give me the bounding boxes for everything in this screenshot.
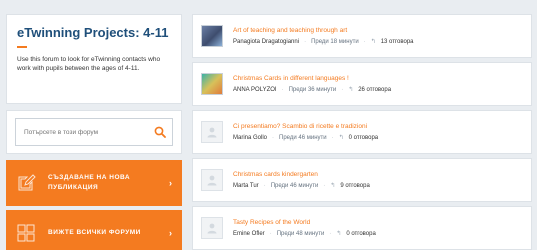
post-author[interactable]: ANNA POLYZOI — [233, 87, 277, 93]
view-all-forums-label: ВИЖТЕ ВСИЧКИ ФОРУМИ — [48, 229, 141, 236]
forum-title: eTwinning Projects: 4-11 — [17, 25, 169, 40]
post-title[interactable]: Christmas cards kindergarten — [233, 171, 370, 178]
reply-icon: ↰ — [348, 87, 354, 93]
author-avatar[interactable] — [201, 169, 223, 191]
post-row[interactable]: Ci presentiamo? Scambio di ricette e tra… — [192, 110, 532, 154]
forum-sidebar: eTwinning Projects: 4-11 Use this forum … — [6, 0, 182, 250]
reply-count: 13 отговора — [380, 38, 414, 45]
post-meta: ANNA POLYZOI · Преди 36 минути · ↰ 26 от… — [233, 86, 392, 94]
reply-icon: ↰ — [336, 231, 342, 237]
forum-description: Use this forum to look for eTwinning con… — [17, 56, 161, 72]
reply-count: 9 отговора — [340, 182, 370, 189]
reply-icon: ↰ — [330, 183, 336, 189]
post-row[interactable]: Christmas cards kindergarten Marta Tur ·… — [192, 158, 532, 202]
post-meta: Emine Ofler · Преди 48 минути · ↰ 0 отго… — [233, 230, 376, 238]
post-title[interactable]: Art of teaching and teaching through art — [233, 27, 414, 34]
create-post-icon — [18, 174, 36, 191]
post-list: Art of teaching and teaching through art… — [192, 14, 532, 250]
post-row[interactable]: Christmas Cards in different languages !… — [192, 62, 532, 106]
reply-icon: ↰ — [370, 39, 376, 45]
author-avatar[interactable] — [201, 73, 223, 95]
reply-count: 26 отговора — [358, 86, 392, 93]
post-time: Преди 46 минути — [270, 182, 319, 189]
search-icon[interactable] — [154, 126, 166, 138]
reply-count: 0 отговора — [348, 134, 379, 141]
post-author[interactable]: Marta Tur — [233, 183, 259, 189]
post-time: Преди 46 минути — [279, 134, 327, 141]
search-input[interactable] — [24, 128, 154, 136]
user-placeholder-icon — [207, 175, 217, 186]
search-card — [6, 110, 182, 154]
title-underline — [17, 46, 27, 48]
reply-count: 0 отговора — [346, 230, 376, 237]
grid-icon — [17, 224, 35, 242]
create-post-button[interactable]: СЪЗДАВАНЕ НА НОВА ПУБЛИКАЦИЯ › — [6, 160, 182, 206]
post-row[interactable]: Tasty Recipes of the World Emine Ofler ·… — [192, 206, 532, 250]
post-time: Преди 36 минути — [288, 86, 337, 93]
view-all-forums-button[interactable]: ВИЖТЕ ВСИЧКИ ФОРУМИ › — [6, 210, 182, 250]
post-author[interactable]: Panagiota Dragatogianni — [233, 39, 299, 45]
post-title[interactable]: Tasty Recipes of the World — [233, 219, 376, 226]
user-placeholder-icon — [207, 127, 217, 138]
user-placeholder-icon — [207, 223, 217, 234]
create-post-label: СЪЗДАВАНЕ НА НОВА ПУБЛИКАЦИЯ — [48, 174, 131, 191]
search-box[interactable] — [15, 118, 173, 146]
chevron-right-icon: › — [169, 178, 172, 188]
post-row[interactable]: Art of teaching and teaching through art… — [192, 14, 532, 58]
post-author[interactable]: Marina Gollo — [233, 135, 267, 141]
post-meta: Marina Gollo · Преди 46 минути · ↰ 0 отг… — [233, 134, 379, 142]
post-time: Преди 18 минути — [311, 38, 359, 45]
post-time: Преди 48 минути — [276, 230, 325, 237]
reply-icon: ↰ — [338, 135, 344, 141]
post-title[interactable]: Ci presentiamo? Scambio di ricette e tra… — [233, 123, 378, 130]
author-avatar[interactable] — [201, 25, 223, 47]
post-author[interactable]: Emine Ofler — [233, 231, 265, 237]
post-meta: Marta Tur · Преди 46 минути · ↰ 9 отгово… — [233, 182, 370, 190]
post-title[interactable]: Christmas Cards in different languages ! — [233, 75, 391, 82]
post-meta: Panagiota Dragatogianni · Преди 18 минут… — [233, 38, 414, 46]
author-avatar[interactable] — [201, 217, 223, 239]
forum-intro-card: eTwinning Projects: 4-11 Use this forum … — [6, 14, 182, 104]
chevron-right-icon: › — [169, 228, 172, 238]
author-avatar[interactable] — [201, 121, 223, 143]
